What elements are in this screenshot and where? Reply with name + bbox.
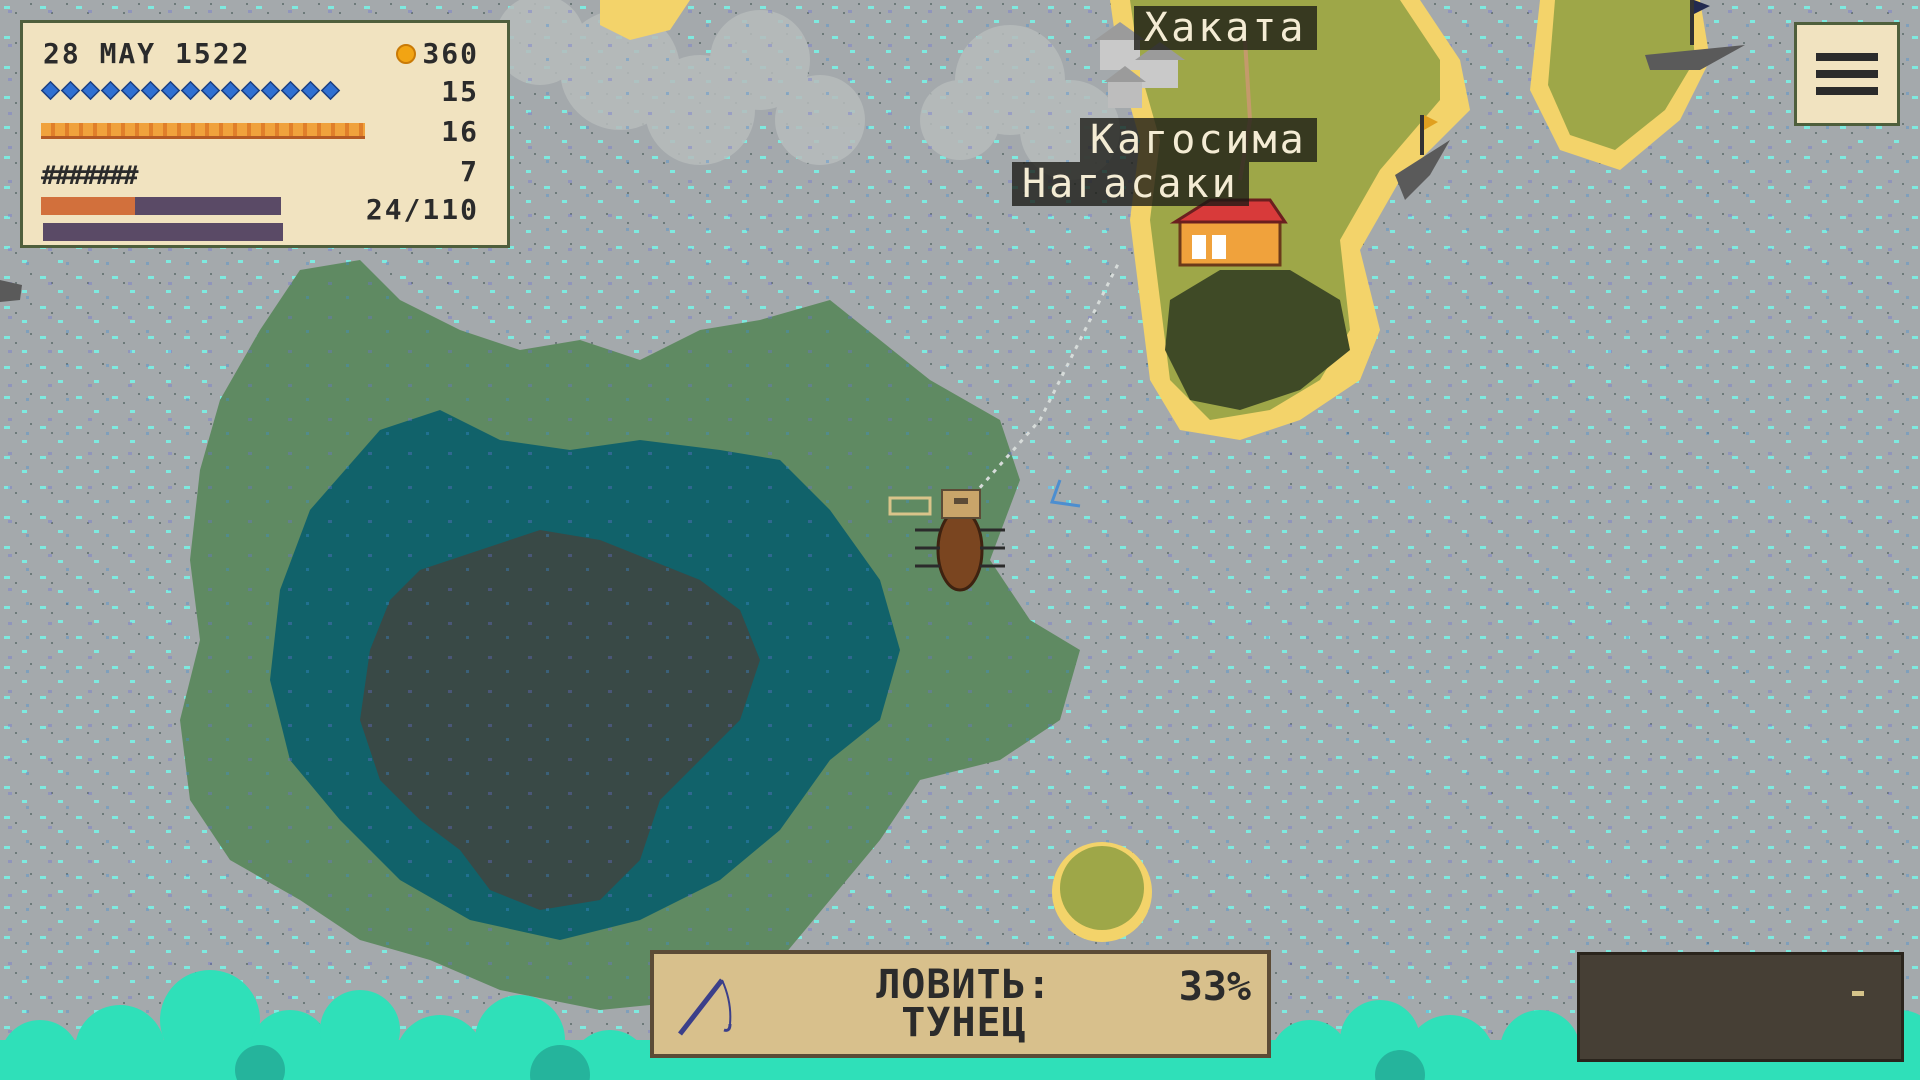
hamburger-menu-icon [1816,53,1878,61]
crew-pip [160,80,181,101]
gold-counter: 360 [396,37,479,70]
crew-row: 15 [40,75,479,108]
cargo-row: 24/110 [41,193,479,241]
crew-pip [300,80,321,101]
hull-bar [41,197,281,215]
crew-pip [260,80,281,101]
cargo-value: 24/110 [365,193,479,226]
fishing-rod-icon [678,978,732,1036]
cargo-bar [43,223,283,241]
crew-pip [220,80,241,101]
crew-pip [80,80,101,101]
menu-button[interactable] [1794,22,1900,126]
hull-fill [41,197,135,215]
cannon-row: ####### 7 [41,155,479,191]
fishing-action-label: ЛОВИТЬ: ТУНЕЦ [834,962,1094,1046]
food-count: 16 [441,115,479,148]
coin-icon [396,43,417,64]
minimap[interactable] [1577,952,1904,1062]
city-label-kagoshima[interactable]: Кагосима [1080,118,1317,162]
food-row: 16 [41,115,479,148]
crew-pip [120,80,141,101]
crew-pip [280,80,301,101]
crew-pips [40,80,341,101]
crew-pip [200,80,221,101]
crew-pip [140,80,161,101]
crew-pip [240,80,261,101]
crew-pip [100,80,121,101]
crew-pip [180,80,201,101]
crew-pip [320,80,341,101]
fishing-action-verb: ЛОВИТЬ: [876,962,1052,1008]
crew-count: 15 [441,75,479,108]
city-label-hakata[interactable]: Хаката [1134,6,1317,50]
cannons-count: 7 [460,155,479,188]
food-bar [41,123,365,139]
gold-value: 360 [422,37,479,70]
fishing-action-panel[interactable]: ЛОВИТЬ: ТУНЕЦ 33% [650,950,1271,1058]
fishing-target: ТУНЕЦ [901,1000,1027,1046]
status-panel: 28 MAY 1522 360 15 16 ####### 7 24/110 [20,20,510,248]
crew-pip [60,80,81,101]
land-island-south [1052,842,1152,942]
fishing-chance: 33% [1178,964,1251,1010]
crew-pip [40,80,61,101]
minimap-ship-marker [1852,991,1864,996]
cannons-icon: ####### [41,161,139,191]
city-label-nagasaki[interactable]: Нагасаки [1012,162,1249,206]
date-label: 28 MAY 1522 [43,37,251,70]
